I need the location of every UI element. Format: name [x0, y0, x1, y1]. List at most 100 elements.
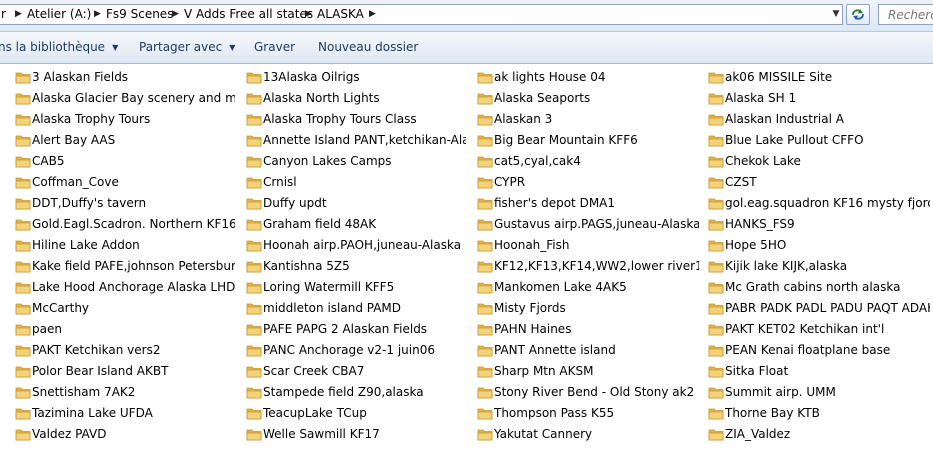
- folder-item[interactable]: paen: [15, 320, 235, 339]
- folder-item[interactable]: Coffman_Cove: [15, 173, 235, 192]
- folder-item[interactable]: Loring Watermill KFF5: [246, 278, 466, 297]
- folder-item[interactable]: Alaska Trophy Tours Class: [246, 110, 466, 129]
- folder-item[interactable]: Thorne Bay KTB: [708, 404, 930, 423]
- folder-item[interactable]: Blue Lake Pullout CFFO: [708, 131, 930, 150]
- folder-item[interactable]: Welle Sawmill KF17: [246, 425, 466, 444]
- folder-item[interactable]: ak06 MISSILE Site: [708, 68, 930, 87]
- folder-item[interactable]: Alaska SH 1: [708, 89, 930, 108]
- folder-item[interactable]: Polor Bear Island AKBT: [15, 362, 235, 381]
- folder-item[interactable]: Kijik lake KIJK,alaska: [708, 257, 930, 276]
- folder-item[interactable]: ak lights House 04: [477, 68, 699, 87]
- burn-button[interactable]: Graver: [254, 32, 295, 63]
- folder-item[interactable]: TeacupLake TCup: [246, 404, 466, 423]
- folder-item[interactable]: PAKT KET02 Ketchikan int'l: [708, 320, 930, 339]
- folder-item[interactable]: Gustavus airp.PAGS,juneau-Alaska: [477, 215, 699, 234]
- folder-item[interactable]: 13Alaska Oilrigs: [246, 68, 466, 87]
- new-folder-button[interactable]: Nouveau dossier: [318, 32, 418, 63]
- folder-item[interactable]: PEAN Kenai floatplane base: [708, 341, 930, 360]
- folder-item[interactable]: CZST: [708, 173, 930, 192]
- folder-item[interactable]: fisher's depot DMA1: [477, 194, 699, 213]
- folder-item[interactable]: Yakutat Cannery: [477, 425, 699, 444]
- folder-item[interactable]: CAB5: [15, 152, 235, 171]
- folder-item[interactable]: Stony River Bend - Old Stony ak2: [477, 383, 699, 402]
- folder-item[interactable]: Graham field 48AK: [246, 215, 466, 234]
- folder-name: middleton island PAMD: [263, 301, 402, 315]
- breadcrumb-item-root[interactable]: r: [1, 5, 6, 24]
- folder-item[interactable]: ZIA_Valdez: [708, 425, 930, 444]
- folder-item[interactable]: Thompson Pass K55: [477, 404, 699, 423]
- folder-item[interactable]: Misty Fjords: [477, 299, 699, 318]
- folder-item[interactable]: PAHN Haines: [477, 320, 699, 339]
- folder-item[interactable]: Alaskan 3: [477, 110, 699, 129]
- refresh-button[interactable]: [846, 4, 870, 25]
- folder-item[interactable]: HANKS_FS9: [708, 215, 930, 234]
- folder-item[interactable]: Gold.Eagl.Scadron. Northern KF16: [15, 215, 235, 234]
- breadcrumb-item-adds-free[interactable]: V Adds Free all states: [184, 5, 313, 24]
- folder-item[interactable]: PAFE PAPG 2 Alaskan Fields: [246, 320, 466, 339]
- folder-item[interactable]: Kantishna 5Z5: [246, 257, 466, 276]
- folder-item[interactable]: PABR PADK PADL PADU PAQT ADAK: [708, 299, 930, 318]
- folder-item[interactable]: Summit airp. UMM: [708, 383, 930, 402]
- folder-item[interactable]: Alert Bay AAS: [15, 131, 235, 150]
- folder-item[interactable]: gol.eag.squadron KF16 mysty fjords: [708, 194, 930, 213]
- folder-item[interactable]: middleton island PAMD: [246, 299, 466, 318]
- folder-item[interactable]: PANC Anchorage v2-1 juin06: [246, 341, 466, 360]
- folder-icon: [708, 387, 724, 399]
- folder-icon: [246, 240, 262, 252]
- folder-item[interactable]: Kake field PAFE,johnson Petersburg ...: [15, 257, 235, 276]
- folder-item[interactable]: Sitka Float: [708, 362, 930, 381]
- folder-item[interactable]: Canyon Lakes Camps: [246, 152, 466, 171]
- folder-item[interactable]: Alaskan Industrial A: [708, 110, 930, 129]
- folder-item[interactable]: Stampede field Z90,alaska: [246, 383, 466, 402]
- folder-item[interactable]: Snettisham 7AK2: [15, 383, 235, 402]
- folder-item[interactable]: 3 Alaskan Fields: [15, 68, 235, 87]
- folder-item[interactable]: Sharp Mtn AKSM: [477, 362, 699, 381]
- folder-item[interactable]: DDT,Duffy's tavern: [15, 194, 235, 213]
- folder-item[interactable]: Scar Creek CBA7: [246, 362, 466, 381]
- folder-item[interactable]: cat5,cyal,cak4: [477, 152, 699, 171]
- folder-item[interactable]: McCarthy: [15, 299, 235, 318]
- breadcrumb-item-alaska[interactable]: ALASKA: [317, 5, 364, 24]
- folder-item[interactable]: Big Bear Mountain KFF6: [477, 131, 699, 150]
- address-dropdown-button[interactable]: ▼: [829, 4, 843, 25]
- folder-icon: [477, 345, 493, 357]
- folder-item[interactable]: Hoonah_Fish: [477, 236, 699, 255]
- folder-item[interactable]: PAKT Ketchikan vers2: [15, 341, 235, 360]
- folder-name: Lake Hood Anchorage Alaska LHD: [32, 280, 235, 294]
- folder-name: McCarthy: [32, 301, 90, 315]
- share-with-button[interactable]: Partager avec ▼: [139, 32, 235, 63]
- chevron-right-icon[interactable]: ▶: [305, 5, 312, 24]
- folder-item[interactable]: Tazimina Lake UFDA: [15, 404, 235, 423]
- breadcrumb[interactable]: r ▶ Atelier (A:) ▶ Fs9 Scenes ▶ V Adds F…: [0, 4, 843, 25]
- folder-item[interactable]: Hoonah airp.PAOH,juneau-Alaska: [246, 236, 466, 255]
- folder-item[interactable]: CYPR: [477, 173, 699, 192]
- folder-item[interactable]: Chekok Lake: [708, 152, 930, 171]
- breadcrumb-item-drive[interactable]: Atelier (A:): [27, 5, 91, 24]
- folder-name: Gold.Eagl.Scadron. Northern KF16: [32, 217, 235, 231]
- folder-icon: [246, 219, 262, 231]
- folder-item[interactable]: Alaska Seaports: [477, 89, 699, 108]
- breadcrumb-item-fs9-scenes[interactable]: Fs9 Scenes: [106, 5, 173, 24]
- include-in-library-button[interactable]: ns la bibliothèque ▼: [0, 32, 118, 63]
- folder-item[interactable]: Annette Island PANT,ketchikan-Alas...: [246, 131, 466, 150]
- folder-item[interactable]: Alaska Trophy Tours: [15, 110, 235, 129]
- folder-item[interactable]: Duffy updt: [246, 194, 466, 213]
- chevron-right-icon[interactable]: ▶: [172, 5, 179, 24]
- folder-item[interactable]: Lake Hood Anchorage Alaska LHD: [15, 278, 235, 297]
- folder-item[interactable]: Mankomen Lake 4AK5: [477, 278, 699, 297]
- chevron-right-icon[interactable]: ▶: [369, 5, 376, 24]
- folder-icon: [708, 366, 724, 378]
- folder-item[interactable]: Valdez PAVD: [15, 425, 235, 444]
- folder-item[interactable]: Hope 5HO: [708, 236, 930, 255]
- folder-item[interactable]: Mc Grath cabins north alaska: [708, 278, 930, 297]
- folder-item[interactable]: KF12,KF13,KF14,WW2,lower river1: [477, 257, 699, 276]
- folder-item[interactable]: Crnisl: [246, 173, 466, 192]
- folder-item[interactable]: Hiline Lake Addon: [15, 236, 235, 255]
- folder-item[interactable]: Alaska North Lights: [246, 89, 466, 108]
- folder-name: PAKT Ketchikan vers2: [32, 343, 161, 357]
- folder-item[interactable]: PANT Annette island: [477, 341, 699, 360]
- chevron-right-icon[interactable]: ▶: [94, 5, 101, 24]
- folder-item[interactable]: Alaska Glacier Bay scenery and mesh: [15, 89, 235, 108]
- search-input[interactable]: [878, 4, 933, 25]
- chevron-right-icon[interactable]: ▶: [15, 5, 22, 24]
